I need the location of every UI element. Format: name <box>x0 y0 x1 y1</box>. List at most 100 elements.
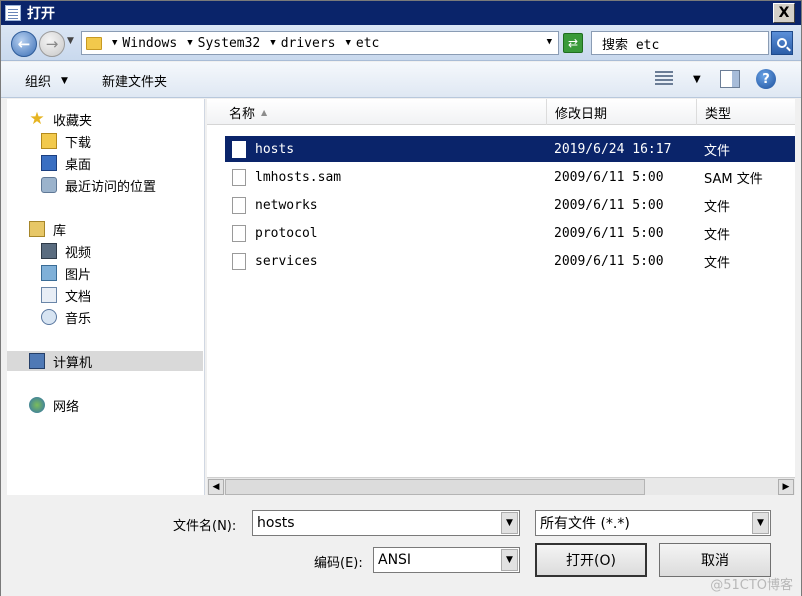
back-button[interactable]: ← <box>11 31 37 57</box>
scrollbar-thumb[interactable] <box>225 479 645 495</box>
nav-libraries[interactable]: 库 <box>29 219 66 239</box>
filename-input[interactable]: hosts ▼ <box>252 510 520 536</box>
back-arrow-icon: ← <box>17 35 31 53</box>
organize-button[interactable]: 组织 ▼ <box>25 71 68 90</box>
file-icon <box>232 252 246 270</box>
file-name: hosts <box>255 141 295 157</box>
nav-item-desktop[interactable]: 桌面 <box>41 153 91 173</box>
watermark-text: @51CTO博客 <box>710 578 793 593</box>
filename-label: 文件名(N): <box>173 519 237 534</box>
open-button[interactable]: 打开(O) <box>535 543 647 577</box>
chevron-down-icon[interactable]: ▼ <box>501 512 518 534</box>
star-icon: ★ <box>29 109 45 129</box>
file-type: 文件 <box>704 227 731 243</box>
file-icon <box>232 224 246 242</box>
file-row[interactable]: hosts 2019/6/24 16:17 文件 <box>225 136 795 162</box>
document-icon <box>41 287 57 303</box>
forward-arrow-icon: → <box>45 35 59 53</box>
view-details-icon[interactable] <box>655 71 673 87</box>
title-bar: 打开 X <box>1 1 801 25</box>
chevron-down-icon[interactable]: ▼ <box>752 512 769 534</box>
network-icon <box>29 397 45 413</box>
close-button[interactable]: X <box>773 3 795 23</box>
file-name: lmhosts.sam <box>255 169 342 185</box>
video-icon <box>41 243 57 259</box>
nav-network[interactable]: 网络 <box>29 395 79 415</box>
chevron-down-icon[interactable]: ▼ <box>501 549 518 571</box>
encoding-select[interactable]: ANSI ▼ <box>373 547 520 573</box>
picture-icon <box>41 265 57 281</box>
cancel-button[interactable]: 取消 <box>659 543 771 577</box>
chevron-right-icon: ▼ <box>270 38 276 48</box>
downloads-folder-icon <box>41 133 57 149</box>
file-row[interactable]: lmhosts.sam 2009/6/11 5:00 SAM 文件 <box>225 164 795 190</box>
file-name: protocol <box>255 225 318 241</box>
file-type: SAM 文件 <box>704 171 763 187</box>
search-icon <box>777 38 787 48</box>
breadcrumb-system32[interactable]: ▼ System32 <box>187 36 260 51</box>
breadcrumb-windows[interactable]: ▼ Windows <box>112 36 177 51</box>
nav-item-downloads[interactable]: 下载 <box>41 131 91 151</box>
file-date: 2009/6/11 5:00 <box>554 197 664 213</box>
library-icon <box>29 221 45 237</box>
refresh-button[interactable]: ⇄ <box>563 33 583 53</box>
file-icon <box>232 196 246 214</box>
nav-item-music[interactable]: 音乐 <box>41 307 91 327</box>
nav-computer[interactable]: 计算机 <box>7 351 203 371</box>
file-date: 2009/6/11 5:00 <box>554 253 664 269</box>
help-icon[interactable]: ? <box>756 69 776 89</box>
preview-pane-icon[interactable] <box>720 70 740 88</box>
address-bar[interactable]: ▼ Windows ▼ System32 ▼ drivers ▼ etc ▼ <box>81 31 559 55</box>
forward-button[interactable]: → <box>39 31 65 57</box>
column-type[interactable]: 类型 <box>697 99 795 125</box>
desktop-icon <box>41 155 57 171</box>
navigation-pane: ★ 收藏夹 下载 桌面 最近访问的位置 库 视频 图片 文档 音乐 计算机 网络 <box>7 99 205 495</box>
folder-icon <box>86 36 102 50</box>
recent-places-icon <box>41 177 57 193</box>
address-dropdown[interactable]: ▼ <box>547 37 552 47</box>
nav-item-pictures[interactable]: 图片 <box>41 263 91 283</box>
sort-ascending-icon: ▲ <box>261 107 268 117</box>
nav-item-recent-places[interactable]: 最近访问的位置 <box>41 175 156 195</box>
scroll-left-icon[interactable]: ◀ <box>208 479 224 495</box>
file-date: 2019/6/24 16:17 <box>554 141 672 157</box>
file-name: networks <box>255 197 318 213</box>
open-file-dialog: 打开 X ← → ▼ ▼ Windows ▼ System32 ▼ drivers ▼… <box>0 0 802 596</box>
recent-locations-dropdown[interactable]: ▼ <box>67 36 74 46</box>
column-date-modified[interactable]: 修改日期 <box>547 99 697 125</box>
column-header: 名称 ▲ 修改日期 类型 <box>207 99 795 125</box>
file-row[interactable]: services 2009/6/11 5:00 文件 <box>225 248 795 274</box>
nav-favorites[interactable]: ★ 收藏夹 <box>29 109 92 129</box>
file-type: 文件 <box>704 199 731 215</box>
notepad-icon <box>5 5 21 21</box>
window-title: 打开 <box>27 6 55 22</box>
file-type-filter-select[interactable]: 所有文件 (*.*) ▼ <box>535 510 771 536</box>
file-date: 2009/6/11 5:00 <box>554 169 664 185</box>
column-name[interactable]: 名称 ▲ <box>221 99 547 125</box>
breadcrumb-etc[interactable]: ▼ etc <box>345 36 379 51</box>
dialog-footer: 文件名(N): hosts ▼ 所有文件 (*.*) ▼ 编码(E): ANSI… <box>1 496 801 596</box>
breadcrumb-drivers[interactable]: ▼ drivers <box>270 36 335 51</box>
file-type: 文件 <box>704 143 731 159</box>
file-date: 2009/6/11 5:00 <box>554 225 664 241</box>
music-icon <box>41 309 57 325</box>
search-button[interactable] <box>771 31 793 55</box>
file-row[interactable]: protocol 2009/6/11 5:00 文件 <box>225 220 795 246</box>
nav-item-documents[interactable]: 文档 <box>41 285 91 305</box>
computer-icon <box>29 353 45 369</box>
new-folder-button[interactable]: 新建文件夹 <box>102 71 167 90</box>
command-bar: 组织 ▼ 新建文件夹 ▼ ? <box>1 62 801 98</box>
file-icon <box>232 140 246 158</box>
view-options-dropdown[interactable]: ▼ <box>693 74 701 85</box>
scroll-right-icon[interactable]: ▶ <box>778 479 794 495</box>
nav-item-videos[interactable]: 视频 <box>41 241 91 261</box>
horizontal-scrollbar[interactable]: ◀ ▶ <box>207 477 795 495</box>
file-row[interactable]: networks 2009/6/11 5:00 文件 <box>225 192 795 218</box>
address-row: ← → ▼ ▼ Windows ▼ System32 ▼ drivers ▼ etc ▼… <box>1 25 801 61</box>
chevron-down-icon: ▼ <box>61 75 68 86</box>
chevron-right-icon: ▼ <box>345 38 351 48</box>
search-placeholder: 搜索 etc <box>602 37 660 53</box>
file-list: 名称 ▲ 修改日期 类型 hosts 2019/6/24 16:17 文件 lm… <box>207 99 795 495</box>
encoding-label: 编码(E): <box>314 556 363 571</box>
search-input[interactable]: 搜索 etc <box>591 31 769 55</box>
